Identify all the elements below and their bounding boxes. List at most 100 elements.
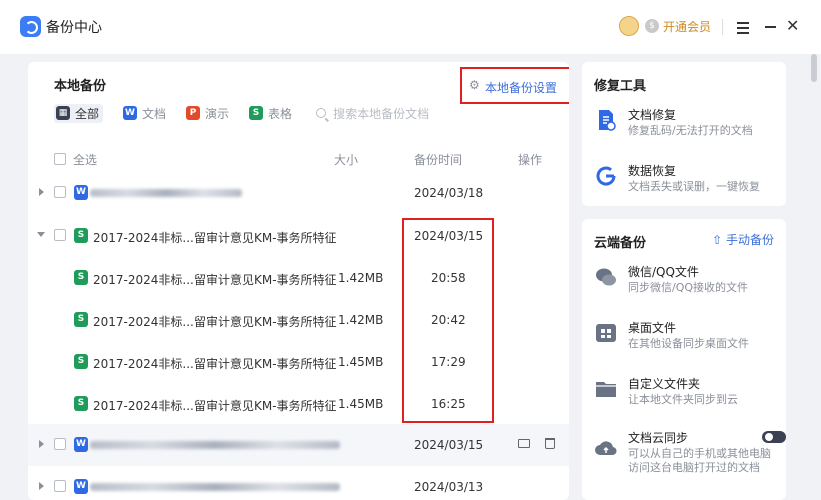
data-recovery-item[interactable]: 数据恢复 文档丢失或误删，一键恢复 <box>594 162 784 198</box>
file-size: 1.42MB <box>338 271 384 285</box>
filter-doc[interactable]: W 文档 <box>123 105 166 122</box>
file-desc: 留审计意见KM-事务所特征 <box>194 315 337 329</box>
expand-icon[interactable] <box>39 440 44 448</box>
trash-icon <box>545 438 555 449</box>
search-input[interactable]: 搜索本地备份文档 <box>316 105 429 122</box>
file-desc: 留审计意见KM-事务所特征 <box>194 399 337 413</box>
sheet-file-icon: S <box>74 270 88 285</box>
data-recovery-icon <box>596 166 616 186</box>
item-desc: 在其他设备同步桌面文件 <box>628 337 749 350</box>
scrollbar[interactable] <box>811 54 817 500</box>
cloud-backup-panel: 云端备份 ⇧ 手动备份 微信/QQ文件 同步微信/QQ接收的文件 桌面文件 在其… <box>582 219 786 500</box>
filter-tabs: ▦ 全部 W 文档 P 演示 S 表格 搜索本地备份文档 <box>54 103 429 123</box>
folder-icon <box>596 382 616 397</box>
filter-sheet[interactable]: S 表格 <box>249 105 292 122</box>
expand-icon[interactable] <box>39 188 44 196</box>
item-desc: 让本地文件夹同步到云 <box>628 393 738 406</box>
file-name: 2017-2024非标... <box>93 357 194 371</box>
file-size: 1.45MB <box>338 397 384 411</box>
title-bar: 备份中心 $ 开通会员 ✕ <box>0 0 821 54</box>
size-header: 大小 <box>334 153 359 167</box>
blurred-filename <box>90 189 242 197</box>
cloud-sync-icon <box>595 441 617 456</box>
item-desc-2: 访问这台电脑打开过的文档 <box>628 461 760 474</box>
vip-coin-icon: $ <box>645 19 659 33</box>
filter-all[interactable]: ▦ 全部 <box>54 103 104 123</box>
delete-button[interactable] <box>545 438 555 449</box>
file-size: 1.45MB <box>338 355 384 369</box>
desktop-files-item[interactable]: 桌面文件 在其他设备同步桌面文件 <box>594 319 784 355</box>
row-checkbox[interactable] <box>54 438 66 450</box>
sync-toggle[interactable] <box>762 431 786 443</box>
item-desc: 修复乱码/无法打开的文档 <box>628 124 753 137</box>
doc-repair-icon <box>599 110 616 131</box>
menu-icon[interactable] <box>737 19 749 34</box>
table-row[interactable]: W 2024/03/18 <box>28 172 569 214</box>
panel-title: 本地备份 <box>54 79 107 94</box>
grid-icon: ▦ <box>56 106 70 120</box>
filter-sheet-label: 表格 <box>268 106 293 121</box>
item-title: 微信/QQ文件 <box>628 265 699 279</box>
table-header: 全选 大小 备份时间 操作 <box>28 150 569 168</box>
local-backup-settings-label: 本地备份设置 <box>485 81 558 95</box>
desktop-icon <box>596 324 616 342</box>
expand-icon[interactable] <box>39 482 44 490</box>
item-desc: 同步微信/QQ接收的文件 <box>628 281 749 294</box>
minimize-icon[interactable] <box>765 26 776 28</box>
select-all-checkbox[interactable] <box>54 153 66 165</box>
open-folder-button[interactable] <box>518 439 530 448</box>
cloud-title: 云端备份 <box>594 236 647 251</box>
time-header: 备份时间 <box>414 153 463 167</box>
scrollbar-thumb[interactable] <box>811 54 817 82</box>
local-backup-settings-button[interactable]: ⚙ 本地备份设置 <box>460 67 569 104</box>
file-name: 2017-2024非标... <box>93 273 194 287</box>
ppt-icon: P <box>186 106 201 120</box>
word-file-icon: W <box>74 479 88 494</box>
item-title: 桌面文件 <box>628 321 677 335</box>
file-desc: 留审计意见KM-事务所特征 <box>194 273 337 287</box>
table-row[interactable]: W 2024/03/15 <box>28 424 569 466</box>
avatar[interactable] <box>619 16 639 36</box>
filter-doc-label: 文档 <box>142 106 167 121</box>
action-header: 操作 <box>518 153 543 167</box>
word-file-icon: W <box>74 437 88 452</box>
row-checkbox[interactable] <box>54 229 66 241</box>
row-checkbox[interactable] <box>54 186 66 198</box>
blurred-filename <box>90 441 340 449</box>
search-icon <box>316 108 327 118</box>
backup-time: 2024/03/18 <box>414 186 484 200</box>
file-size: 1.42MB <box>338 313 384 327</box>
file-name: 2017-2024非标... <box>93 231 194 245</box>
local-backup-panel: 本地备份 ⚙ 本地备份设置 ▦ 全部 W 文档 P 演示 S 表格 搜索本地备份… <box>28 62 569 500</box>
search-placeholder: 搜索本地备份文档 <box>333 106 430 121</box>
sheet-icon: S <box>249 106 264 120</box>
folder-icon <box>518 439 530 448</box>
wechat-qq-item[interactable]: 微信/QQ文件 同步微信/QQ接收的文件 <box>594 263 784 299</box>
custom-folder-item[interactable]: 自定义文件夹 让本地文件夹同步到云 <box>594 375 784 411</box>
doc-repair-item[interactable]: 文档修复 修复乱码/无法打开的文档 <box>594 106 784 142</box>
collapse-icon[interactable] <box>37 232 45 237</box>
item-title: 文档修复 <box>628 108 677 122</box>
select-all-label: 全选 <box>73 153 98 167</box>
backup-time: 2024/03/13 <box>414 480 484 494</box>
file-desc: 留审计意见KM-事务所特征 <box>194 231 337 245</box>
close-icon[interactable]: ✕ <box>786 17 799 35</box>
app-title: 备份中心 <box>46 20 102 36</box>
backup-time: 2024/03/15 <box>414 438 484 452</box>
filter-all-label: 全部 <box>75 106 100 121</box>
filter-presentation[interactable]: P 演示 <box>186 105 229 122</box>
manual-backup-button[interactable]: ⇧ 手动备份 <box>712 231 774 248</box>
word-file-icon: W <box>74 185 88 200</box>
item-title: 数据恢复 <box>628 164 677 178</box>
word-icon: W <box>123 106 138 120</box>
sheet-file-icon: S <box>74 228 88 243</box>
table-row[interactable]: W 2024/03/13 <box>28 466 569 500</box>
upload-icon: ⇧ <box>712 233 723 247</box>
doc-cloud-sync-item[interactable]: 文档云同步 可以从自己的手机或其他电脑 访问这台电脑打开过的文档 <box>594 429 786 481</box>
repair-title: 修复工具 <box>594 79 647 94</box>
file-name: 2017-2024非标... <box>93 315 194 329</box>
row-checkbox[interactable] <box>54 480 66 492</box>
vip-button[interactable]: 开通会员 <box>663 18 711 35</box>
manual-backup-label: 手动备份 <box>725 233 774 247</box>
highlight-box <box>402 218 494 423</box>
